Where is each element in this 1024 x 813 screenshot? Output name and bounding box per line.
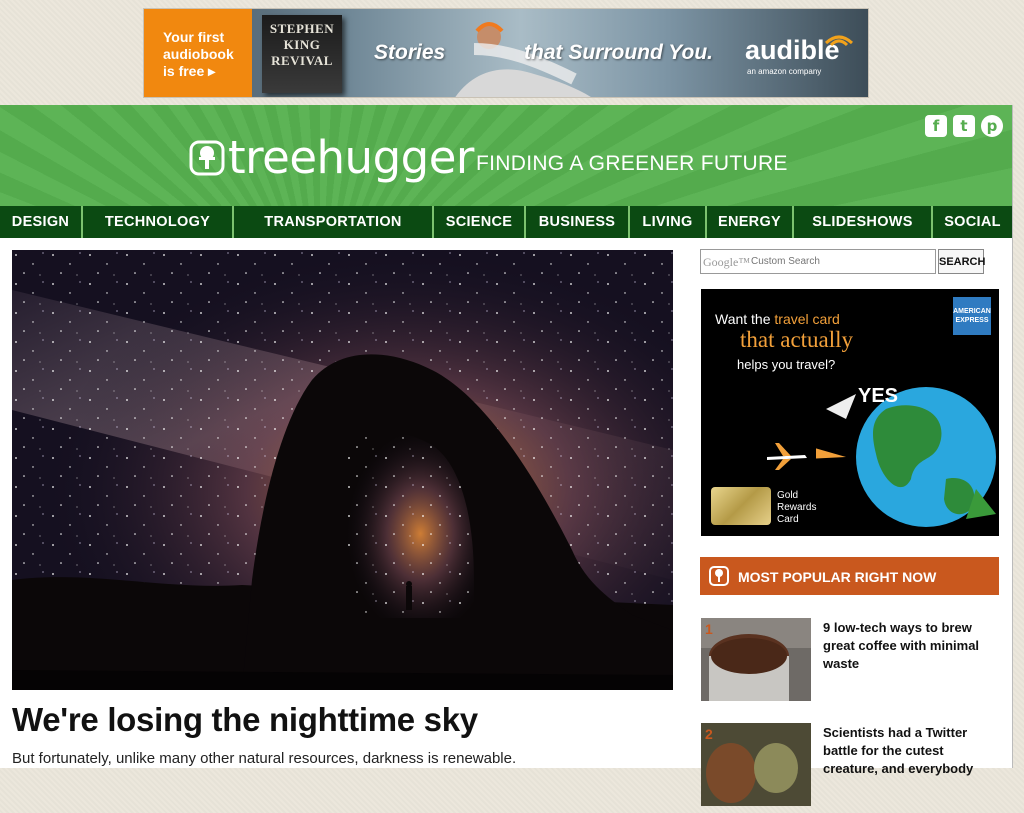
most-popular-header: MOST POPULAR RIGHT NOW (700, 557, 999, 595)
popular-item-title[interactable]: 9 low-tech ways to brew great coffee wit… (823, 619, 995, 673)
banner-slogan-surround: that Surround You. (524, 41, 713, 64)
nav-item-transportation[interactable]: TRANSPORTATION (234, 206, 434, 238)
side-ad-line1-b: travel card (774, 311, 840, 327)
banner-book-cover: STEPHEN KING REVIVAL (262, 15, 342, 93)
page-container: treehugger FINDING A GREENER FUTURE f t … (0, 105, 1013, 806)
facebook-icon[interactable]: f (925, 115, 947, 137)
side-ad-line2: that actually (740, 327, 854, 352)
site-logo[interactable]: treehugger (228, 131, 474, 184)
nav-item-business[interactable]: BUSINESS (526, 206, 630, 238)
globe-illustration (816, 387, 996, 527)
popular-item-title[interactable]: Scientists had a Twitter battle for the … (823, 724, 995, 778)
twitter-icon[interactable]: t (953, 115, 975, 137)
nav-item-science[interactable]: SCIENCE (434, 206, 526, 238)
search-button[interactable]: SEARCH (938, 249, 985, 274)
coffee-thumbnail (701, 618, 811, 701)
main-nav: DESIGN TECHNOLOGY TRANSPORTATION SCIENCE… (0, 206, 1012, 238)
amex-logo: AMERICAN EXPRESS (953, 297, 991, 335)
nav-item-slideshows[interactable]: SLIDESHOWS (794, 206, 933, 238)
tree-logo-icon[interactable] (189, 140, 225, 176)
side-ad-line1: Want the travel card (715, 311, 840, 327)
popular-item[interactable]: 2 Scientists had a Twitter battle for th… (700, 723, 1000, 813)
pinterest-icon[interactable]: p (981, 115, 1003, 137)
nav-item-social[interactable]: SOCIAL (933, 206, 1012, 238)
site-tagline: FINDING A GREENER FUTURE (476, 152, 788, 175)
banner-promo-text: Your first audiobook is free ▸ (163, 29, 234, 79)
nav-item-technology[interactable]: TECHNOLOGY (83, 206, 234, 238)
social-icons: f t p (925, 115, 1003, 137)
nav-item-design[interactable]: DESIGN (0, 206, 83, 238)
tree-icon (709, 566, 729, 586)
creature-thumbnail (701, 723, 811, 806)
banner-promo-panel: Your first audiobook is free ▸ (144, 9, 252, 97)
banner-ad[interactable]: Your first audiobook is free ▸ STEPHEN K… (143, 8, 869, 98)
search-input[interactable] (700, 249, 936, 274)
audible-subtitle: an amazon company (747, 67, 822, 76)
article-hero-image[interactable] (12, 250, 673, 690)
popular-rank: 2 (705, 726, 713, 742)
nav-item-energy[interactable]: ENERGY (707, 206, 794, 238)
popular-rank: 1 (705, 621, 713, 637)
banner-book-title: STEPHEN KING REVIVAL (269, 21, 335, 68)
article-dek: But fortunately, unlike many other natur… (12, 750, 517, 767)
nav-item-living[interactable]: LIVING (630, 206, 707, 238)
side-ad-card-text: Gold Rewards Card (777, 490, 817, 525)
sidebar-ad[interactable]: Want the travel card that actually helps… (701, 289, 999, 536)
airplane-icon (767, 443, 807, 470)
site-header: treehugger FINDING A GREENER FUTURE f t … (0, 105, 1012, 206)
audible-waves-icon (824, 35, 854, 47)
gold-card-image (711, 487, 771, 525)
side-ad-line1-a: Want the (715, 311, 775, 327)
popular-item[interactable]: 1 9 low-tech ways to brew great coffee w… (700, 618, 1000, 708)
article-headline[interactable]: We're losing the nighttime sky (12, 701, 478, 739)
side-ad-yes: YES (858, 385, 899, 407)
most-popular-title: MOST POPULAR RIGHT NOW (738, 569, 937, 585)
banner-slogan-stories: Stories (374, 41, 446, 64)
